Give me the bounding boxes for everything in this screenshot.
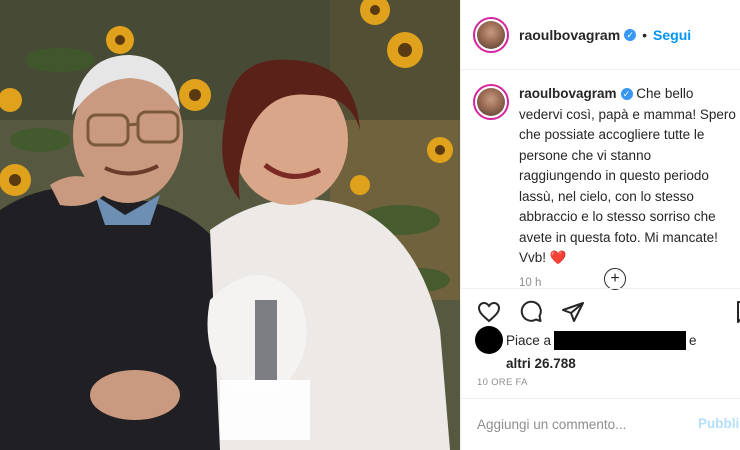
post-photo[interactable] <box>0 0 460 450</box>
likes-suffix: e <box>689 332 697 348</box>
post-header: raoulbovagram ✓ • Segui <box>461 0 740 70</box>
caption-body: Che bello vedervi così, papà e mamma! Sp… <box>519 86 736 265</box>
comment-bubble-icon[interactable] <box>519 300 543 324</box>
author-username[interactable]: raoulbovagram <box>519 27 620 43</box>
liker-avatar[interactable] <box>475 326 503 354</box>
likes-count-link[interactable]: altri 26.788 <box>506 356 740 371</box>
heart-icon[interactable] <box>477 300 501 324</box>
redacted-username <box>554 330 687 350</box>
comment-input[interactable] <box>477 417 687 432</box>
caption-time: 10 h <box>519 276 542 289</box>
post-caption: raoulbovagram ✓ Che bello vedervi così, p… <box>473 84 737 289</box>
bookmark-icon[interactable] <box>733 300 740 324</box>
paper-plane-icon[interactable] <box>561 300 585 324</box>
author-avatar[interactable] <box>473 16 509 53</box>
load-more-comments-icon[interactable]: + <box>604 268 626 290</box>
verified-badge-icon: ✓ <box>624 28 637 41</box>
post-actions <box>477 300 585 324</box>
post-timestamp[interactable]: 10 ORE FA <box>477 377 528 388</box>
likes-summary: Piace a e altri 26.788 <box>475 326 740 371</box>
publish-button[interactable]: Pubblica <box>698 416 740 431</box>
verified-badge-icon: ✓ <box>620 88 633 101</box>
post-side-panel: raoulbovagram ✓ • Segui raoulbovagram ✓ C… <box>460 0 740 450</box>
comment-bar: Pubblica <box>461 398 740 450</box>
header-separator: • <box>642 26 648 43</box>
caption-author-avatar[interactable] <box>473 84 509 120</box>
divider <box>461 288 740 289</box>
caption-text: raoulbovagram ✓ Che bello vedervi così, p… <box>519 84 737 269</box>
heart-emoji: ❤️ <box>549 250 567 265</box>
follow-button[interactable]: Segui <box>653 27 691 43</box>
likes-prefix: Piace a <box>506 332 552 348</box>
caption-username[interactable]: raoulbovagram <box>519 86 617 101</box>
post-photo-illustration <box>0 0 460 450</box>
